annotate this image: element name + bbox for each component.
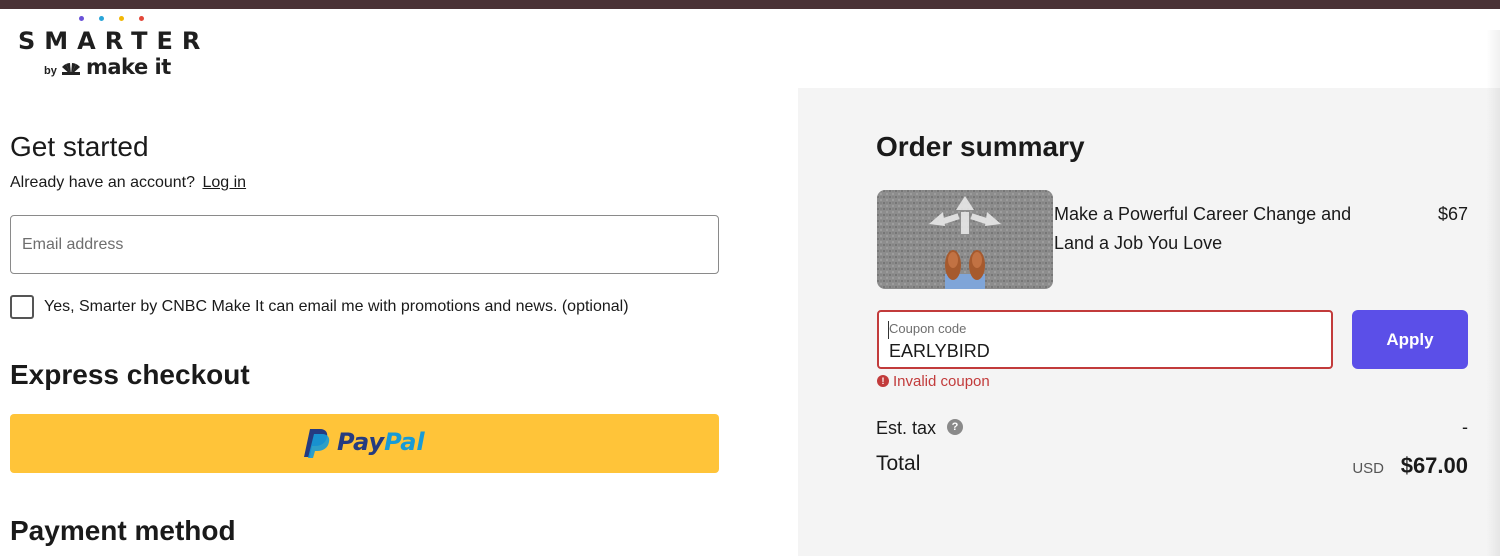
logo-make-it: make it [86, 55, 171, 79]
scroll-edge-shadow [1486, 30, 1500, 556]
product-thumbnail [877, 190, 1053, 289]
paypal-button[interactable]: PayPal [10, 414, 719, 473]
coupon-value[interactable]: EARLYBIRD [889, 341, 990, 362]
smarter-logo[interactable]: SMARTER by make it [18, 14, 218, 82]
tax-value: - [1462, 417, 1468, 437]
logo-wordmark: SMARTER [18, 27, 210, 55]
cnbc-peacock-icon [62, 63, 80, 75]
email-field[interactable] [10, 215, 719, 274]
apply-coupon-button[interactable]: Apply [1352, 310, 1468, 369]
help-icon[interactable]: ? [947, 419, 963, 435]
crossroads-arrows-image [877, 190, 1053, 289]
paypal-word-pal: Pal [384, 428, 425, 456]
logo-by: by [44, 65, 57, 77]
product-price: $67 [1437, 204, 1468, 224]
payment-method-heading: Payment method [10, 515, 236, 546]
paypal-wordmark: PayPal [337, 428, 425, 456]
total-currency: USD [1352, 460, 1384, 477]
express-checkout-heading: Express checkout [10, 359, 250, 390]
tax-label: Est. tax [876, 418, 937, 438]
paypal-word-pay: Pay [337, 428, 385, 456]
paypal-icon [304, 429, 330, 458]
total-label: Total [876, 452, 921, 475]
product-title: Make a Powerful Career Change and Land a… [1054, 204, 1352, 253]
total-value: $67.00 [1400, 453, 1468, 478]
error-icon: ! [877, 375, 889, 387]
top-bar [0, 0, 1500, 9]
coupon-code-field[interactable]: Coupon code EARLYBIRD [877, 310, 1333, 369]
get-started-heading: Get started [10, 131, 149, 162]
coupon-label: Coupon code [889, 321, 967, 336]
coupon-error-text: Invalid coupon [893, 373, 990, 390]
account-prompt-text: Already have an account? [10, 174, 196, 191]
optin-label: Yes, Smarter by CNBC Make It can email m… [44, 298, 629, 315]
login-link[interactable]: Log in [202, 174, 246, 191]
optin-checkbox[interactable] [10, 295, 34, 319]
account-prompt: Already have an account? Log in [10, 174, 246, 192]
order-summary-heading: Order summary [876, 131, 1085, 162]
